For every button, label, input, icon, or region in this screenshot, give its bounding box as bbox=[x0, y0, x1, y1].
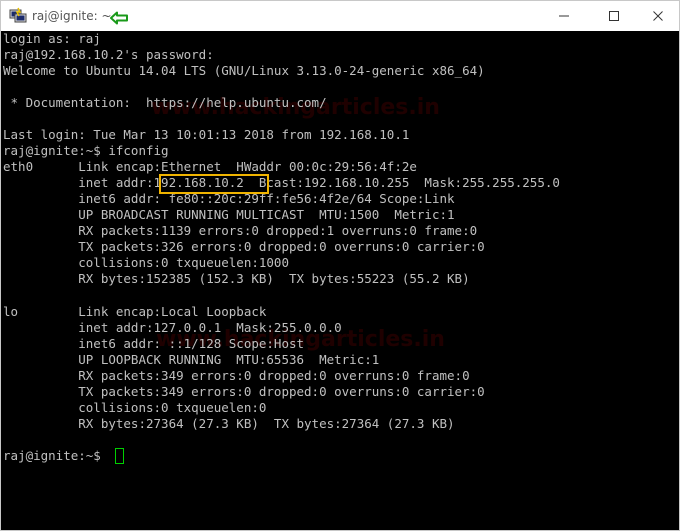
terminal-line: Welcome to Ubuntu 14.04 LTS (GNU/Linux 3… bbox=[3, 63, 485, 78]
terminal-line: RX packets:349 errors:0 dropped:0 overru… bbox=[3, 368, 470, 383]
terminal-line: eth0 Link encap:Ethernet HWaddr 00:0c:29… bbox=[3, 159, 417, 174]
window-title: raj@ignite: ~ bbox=[32, 9, 112, 23]
terminal-line: collisions:0 txqueuelen:0 bbox=[3, 400, 267, 415]
minimize-button[interactable] bbox=[541, 1, 587, 31]
terminal-line: TX packets:349 errors:0 dropped:0 overru… bbox=[3, 384, 485, 399]
terminal-line: UP BROADCAST RUNNING MULTICAST MTU:1500 … bbox=[3, 207, 455, 222]
terminal-line: inet addr:192.168.10.2 Bcast:192.168.10.… bbox=[3, 175, 560, 190]
title-bar[interactable]: raj@ignite: ~ bbox=[1, 1, 679, 31]
terminal-line: lo Link encap:Local Loopback bbox=[3, 304, 267, 319]
terminal-line: RX bytes:152385 (152.3 KB) TX bytes:5522… bbox=[3, 271, 470, 286]
terminal-line: * Documentation: https://help.ubuntu.com… bbox=[3, 95, 327, 110]
terminal-line: raj@192.168.10.2's password: bbox=[3, 47, 214, 62]
terminal-window: raj@ignite: ~ www.hackingarticles.in www… bbox=[0, 0, 680, 531]
terminal-cursor bbox=[115, 448, 124, 464]
terminal-line: TX packets:326 errors:0 dropped:0 overru… bbox=[3, 239, 485, 254]
maximize-icon bbox=[609, 11, 619, 21]
terminal-line: inet addr:127.0.0.1 Mask:255.0.0.0 bbox=[3, 320, 342, 335]
terminal-line: raj@ignite:~$ ifconfig bbox=[3, 143, 169, 158]
terminal-prompt: raj@ignite:~$ bbox=[3, 448, 109, 463]
maximize-button[interactable] bbox=[591, 1, 637, 31]
terminal-line: inet6 addr: ::1/128 Scope:Host bbox=[3, 336, 305, 351]
terminal-line: RX packets:1139 errors:0 dropped:1 overr… bbox=[3, 223, 478, 238]
terminal-line: login as: raj bbox=[3, 31, 101, 46]
terminal-output[interactable]: www.hackingarticles.in www.hackingarticl… bbox=[1, 31, 679, 530]
terminal-line: Last login: Tue Mar 13 10:01:13 2018 fro… bbox=[3, 127, 410, 142]
terminal-line: RX bytes:27364 (27.3 KB) TX bytes:27364 … bbox=[3, 416, 455, 431]
terminal-line: collisions:0 txqueuelen:1000 bbox=[3, 255, 289, 270]
ip-address-highlight bbox=[159, 174, 269, 194]
close-icon bbox=[653, 11, 663, 21]
putty-icon bbox=[9, 7, 27, 25]
arrow-left-icon bbox=[109, 11, 129, 25]
terminal-line: UP LOOPBACK RUNNING MTU:65536 Metric:1 bbox=[3, 352, 380, 367]
close-button[interactable] bbox=[635, 1, 680, 31]
minimize-icon bbox=[559, 15, 569, 17]
